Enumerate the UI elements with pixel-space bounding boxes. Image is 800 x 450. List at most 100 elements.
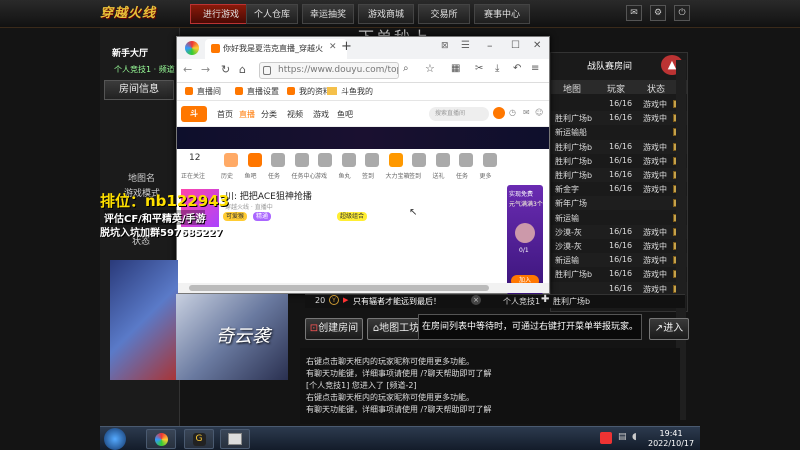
quick-icon[interactable]	[318, 153, 332, 167]
quick-icon[interactable]	[271, 153, 285, 167]
create-room-button[interactable]: ⊡创建房间	[305, 318, 363, 340]
room-row[interactable]: 胜利广场b 16/16 游戏中	[551, 139, 687, 154]
stream-title[interactable]: 川: 把把ACE狙神抢播	[225, 189, 312, 202]
room-row[interactable]: 新运输船	[551, 125, 687, 139]
quick-icon[interactable]	[459, 153, 473, 167]
download-icon[interactable]: ⤓	[495, 63, 499, 74]
nav-exchange[interactable]: 交易所	[418, 4, 470, 24]
nav-lucky-draw[interactable]: 幸运抽奖	[302, 4, 354, 24]
undo-icon[interactable]: ↶	[513, 63, 521, 74]
search-icon[interactable]: ⌕	[403, 63, 409, 74]
quick-icon-label: 签到	[362, 173, 375, 180]
player-line: 个人竞技1 · 频道	[114, 65, 175, 74]
user-icon[interactable]: ☺	[535, 108, 543, 117]
mail-icon[interactable]: ✉	[626, 5, 642, 21]
quick-icon[interactable]	[435, 153, 450, 167]
horizontal-scrollbar[interactable]	[177, 283, 549, 293]
quick-icon[interactable]	[247, 153, 262, 167]
promo-weapon-banner[interactable]: 奇云袭	[176, 294, 288, 380]
reload-icon[interactable]: ↻	[221, 63, 230, 76]
room-map: 新运输船	[555, 128, 587, 138]
quick-icon[interactable]	[224, 153, 238, 167]
history-icon[interactable]: ◷	[509, 108, 516, 117]
nav-video[interactable]: 视频	[287, 109, 303, 120]
browser-tab[interactable]: 你好我是夏浩克直播_穿越火	[205, 39, 347, 59]
start-button-icon[interactable]	[104, 428, 126, 450]
settings-icon[interactable]: ⚙	[650, 5, 666, 21]
url-input[interactable]: https://www.douyu.com/topic,	[259, 62, 399, 79]
col-state[interactable]: 状态	[647, 82, 665, 95]
room-row[interactable]: 胜利广场b 16/16 游戏中	[551, 111, 687, 126]
room-list-tab[interactable]: 战队赛房间	[587, 59, 632, 72]
nav-live[interactable]: 直播	[239, 109, 255, 120]
room-players: 16/16	[609, 283, 633, 293]
room-row[interactable]: 新运输	[551, 211, 687, 225]
scroll-thumb[interactable]	[189, 285, 489, 291]
side-ad[interactable]: 实现免费 元气满满3个 0/1 加入	[507, 185, 543, 295]
quick-icon[interactable]	[482, 153, 497, 167]
menu-icon[interactable]: ☰	[461, 40, 470, 51]
room-row[interactable]: 新金字 16/16 游戏中	[551, 182, 687, 196]
game-logo: 穿越火线	[100, 6, 157, 21]
close-notice-icon[interactable]: ×	[471, 295, 481, 305]
nav-category[interactable]: 分类	[261, 109, 277, 120]
douyu-logo-icon[interactable]: 斗	[181, 106, 207, 122]
nav-games[interactable]: 游戏	[313, 109, 329, 120]
search-button[interactable]	[493, 107, 505, 119]
pin-icon[interactable]: ⊠	[441, 41, 449, 51]
promo-text: 奇云袭	[216, 326, 270, 347]
room-row[interactable]: 16/16 游戏中	[551, 97, 687, 111]
room-row[interactable]: 沙漠-灰 16/16 游戏中	[551, 224, 687, 239]
tab-close-icon[interactable]: ✕	[329, 42, 337, 52]
close-icon[interactable]: ✕	[533, 40, 541, 51]
home-icon[interactable]: ⌂	[239, 63, 246, 76]
room-info-tab[interactable]: 房间信息	[104, 80, 174, 100]
bookmark-1[interactable]: 直播间	[197, 86, 221, 97]
quick-icon[interactable]	[341, 153, 356, 167]
scissors-icon[interactable]: ✂	[475, 63, 483, 74]
col-map[interactable]: 地图	[563, 82, 581, 95]
taskbar-browser-icon[interactable]	[146, 429, 176, 449]
enter-button[interactable]: ↗进入	[649, 318, 689, 340]
taskbar-game-icon[interactable]: G	[184, 429, 214, 449]
room-row[interactable]: 胜利广场b 16/16 游戏中	[551, 168, 687, 182]
tray-network-icon[interactable]: ▤	[618, 432, 627, 442]
room-state: 游戏中	[643, 227, 667, 237]
new-tab-icon[interactable]: +	[341, 39, 352, 54]
col-players[interactable]: 玩家	[607, 82, 625, 95]
room-row[interactable]: 胜利广场b 16/16 游戏中	[551, 154, 687, 168]
star-icon[interactable]: ☆	[425, 62, 435, 75]
douyu-search-input[interactable]: 搜索直播间	[429, 107, 489, 121]
chat-notice: 只有辐者才能远到最后！	[353, 297, 441, 306]
back-icon[interactable]: ←	[183, 63, 192, 76]
room-row[interactable]: 新运输 16/16 游戏中	[551, 253, 687, 268]
room-row[interactable]: 沙漠-灰 16/16 游戏中	[551, 239, 687, 253]
bookmark-2[interactable]: 直播设置	[247, 86, 279, 97]
quick-icon[interactable]	[365, 153, 379, 167]
nav-play[interactable]: 进行游戏	[190, 4, 252, 24]
quick-icon[interactable]	[388, 153, 403, 167]
nav-store[interactable]: 游戏商城	[358, 4, 414, 24]
nav-home[interactable]: 首页	[217, 109, 233, 120]
nav-inventory[interactable]: 个人仓库	[246, 4, 298, 24]
tray-input-icon[interactable]	[600, 432, 612, 444]
forward-icon[interactable]: →	[201, 63, 210, 76]
browser-menu-icon[interactable]: ≡	[531, 63, 539, 74]
apps-icon[interactable]: ▦	[451, 63, 460, 74]
room-row[interactable]: 新年广场	[551, 196, 687, 211]
map-workshop-button[interactable]: ⌂地图工坊	[367, 318, 425, 340]
nav-fishbar[interactable]: 鱼吧	[337, 109, 353, 120]
room-row[interactable]: 胜利广场b 16/16 游戏中	[551, 267, 687, 281]
tray-volume-icon[interactable]: ◖	[632, 432, 637, 442]
quick-icon[interactable]	[294, 153, 309, 167]
maximize-icon[interactable]: ☐	[511, 40, 520, 51]
taskbar-window-icon[interactable]	[220, 429, 250, 449]
power-icon[interactable]: ⏻	[674, 5, 690, 21]
bookmark-4[interactable]: 斗鱼我的	[341, 86, 373, 97]
minimize-icon[interactable]: –	[487, 39, 493, 52]
quick-icon[interactable]	[412, 153, 426, 167]
nav-events[interactable]: 赛事中心	[474, 4, 530, 24]
taskbar-clock[interactable]: 19:41 2022/10/17	[648, 429, 694, 449]
enter-label: 进入	[663, 323, 684, 334]
message-icon[interactable]: ✉	[523, 108, 530, 117]
